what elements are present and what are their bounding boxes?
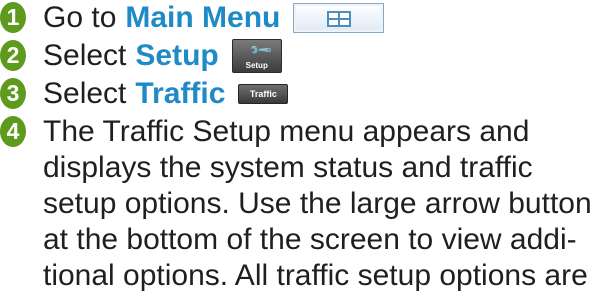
traffic-button-image: Traffic xyxy=(238,84,289,104)
step-3-prefix: Select xyxy=(43,77,127,110)
setup-button-label: Setup xyxy=(245,61,268,70)
setup-button-image: 🔧 Setup xyxy=(231,37,282,73)
step-4-line: displays the system status and traffic xyxy=(43,151,533,184)
step-number-badge: 1 xyxy=(0,2,26,33)
step-4-line: The Traffic Setup menu appears and xyxy=(43,115,530,148)
setup-wrench-icon: 🔧 xyxy=(248,37,274,64)
setup-label: Setup xyxy=(135,39,219,72)
main-menu-button-image xyxy=(293,3,385,33)
step-number-badge: 2 xyxy=(0,40,26,71)
step-4-paragraph: The Traffic Setup menu appears and displ… xyxy=(43,114,605,294)
step-4-line: at the bottom of the screen to view addi… xyxy=(43,223,577,256)
step-4-line: tional options. All traffic setup option… xyxy=(43,259,588,292)
traffic-button-label: Traffic xyxy=(249,89,277,99)
main-menu-grid-icon xyxy=(327,11,352,27)
traffic-label: Traffic xyxy=(135,77,226,110)
step-4-line: setup options. Use the large arrow butto… xyxy=(43,187,592,220)
step-number-badge: 3 xyxy=(0,78,26,109)
step-number-badge: 4 xyxy=(0,116,26,147)
step-1-prefix: Go to xyxy=(43,1,117,34)
main-menu-label: Main Menu xyxy=(125,1,281,34)
step-2-prefix: Select xyxy=(43,39,127,72)
